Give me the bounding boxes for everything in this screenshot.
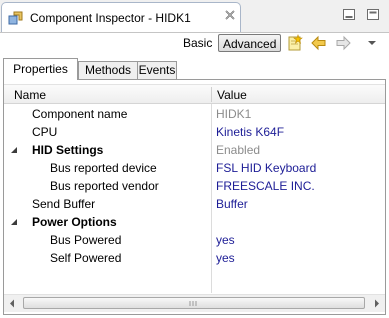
table-row[interactable]: HID Settings Enabled [4, 141, 385, 159]
property-name: Bus reported vendor [50, 179, 159, 193]
property-name: CPU [32, 125, 58, 139]
horizontal-scrollbar[interactable] [4, 294, 385, 312]
view-menu-chevron-icon[interactable] [363, 34, 381, 52]
property-name: Component name [32, 107, 128, 121]
scrollbar-thumb[interactable] [23, 297, 365, 309]
expanded-triangle-icon[interactable] [10, 218, 18, 226]
table-row[interactable]: Self Powered yes [4, 249, 385, 267]
view-tab-strip: Component Inspector - HIDK1 [0, 0, 389, 33]
table-row[interactable]: Component name HIDK1 [4, 105, 385, 123]
property-value[interactable]: Enabled [216, 143, 260, 157]
scroll-left-arrow-icon[interactable] [4, 295, 21, 312]
table-row[interactable]: Bus reported device FSL HID Keyboard [4, 159, 385, 177]
properties-panel: Name Value Component name HIDK1 CPU Kinetis… [3, 79, 386, 315]
scroll-right-arrow-icon[interactable] [368, 295, 385, 312]
property-name: HID Settings [32, 143, 104, 157]
property-value[interactable]: yes [216, 233, 235, 247]
forward-arrow-icon[interactable] [334, 34, 352, 52]
property-name: Send Buffer [32, 197, 96, 211]
property-name: Power Options [32, 215, 117, 229]
property-value[interactable]: HIDK1 [216, 107, 251, 121]
property-name: Bus Powered [50, 233, 122, 247]
property-value[interactable]: yes [216, 251, 235, 265]
property-value[interactable]: Kinetis K64F [216, 125, 284, 139]
back-arrow-icon[interactable] [310, 34, 328, 52]
component-inspector-icon [8, 11, 23, 25]
tab-properties[interactable]: Properties [3, 58, 78, 80]
view-tab-component-inspector[interactable]: Component Inspector - HIDK1 [1, 2, 241, 32]
property-name: Bus reported device [50, 161, 157, 175]
column-header-name[interactable]: Name [14, 88, 46, 102]
close-x-icon[interactable] [224, 9, 236, 21]
basic-mode-button[interactable]: Basic [183, 36, 212, 50]
advanced-mode-button[interactable]: Advanced [218, 34, 282, 52]
column-header-value[interactable]: Value [217, 88, 247, 102]
property-value[interactable]: Buffer [216, 197, 248, 211]
property-value[interactable]: FREESCALE INC. [216, 179, 315, 193]
table-row[interactable]: Send Buffer Buffer [4, 195, 385, 213]
table-header: Name Value [4, 84, 385, 104]
table-row[interactable]: Bus Powered yes [4, 231, 385, 249]
tab-methods[interactable]: Methods [78, 61, 138, 79]
table-row[interactable]: CPU Kinetis K64F [4, 123, 385, 141]
view-title: Component Inspector - HIDK1 [30, 11, 191, 25]
property-name: Self Powered [50, 251, 122, 265]
tab-events[interactable]: Events [137, 61, 177, 79]
table-row[interactable]: Bus reported vendor FREESCALE INC. [4, 177, 385, 195]
new-note-icon[interactable] [286, 34, 304, 52]
inspector-toolbar: Basic Advanced [0, 33, 389, 55]
scrollbar-grip-icon [189, 301, 197, 306]
property-value[interactable]: FSL HID Keyboard [216, 161, 316, 175]
inspector-tabs: Properties Methods Events [3, 58, 386, 80]
minimize-icon[interactable] [342, 8, 356, 21]
column-separator[interactable] [211, 87, 212, 102]
table-row[interactable]: Power Options [4, 213, 385, 231]
maximize-icon[interactable] [366, 8, 380, 21]
expanded-triangle-icon[interactable] [10, 146, 18, 154]
